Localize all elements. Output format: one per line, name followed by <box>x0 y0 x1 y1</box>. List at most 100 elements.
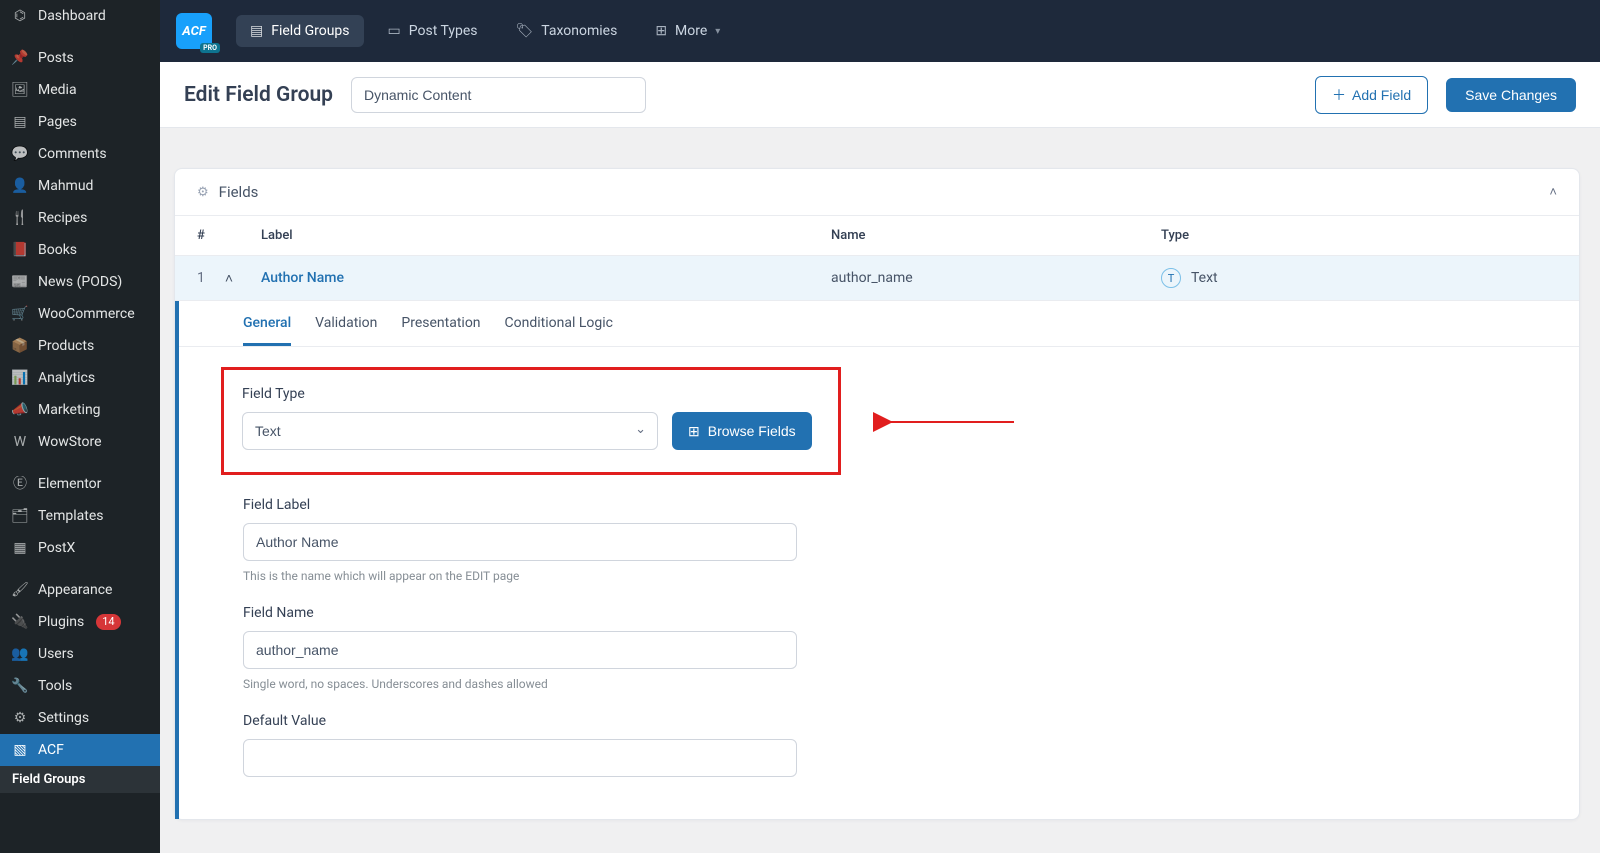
add-field-label: Add Field <box>1352 87 1411 103</box>
templates-icon: 🗂 <box>10 509 30 523</box>
sidebar-item-recipes[interactable]: 🍴 Recipes <box>0 202 160 234</box>
topnav-post-types[interactable]: ▭ Post Types <box>374 15 492 47</box>
analytics-icon: 📊 <box>10 371 30 385</box>
acf-topbar: ACF ▤ Field Groups ▭ Post Types 🏷 Taxono… <box>160 0 1600 62</box>
more-icon: ⊞ <box>655 23 667 39</box>
field-label-help: This is the name which will appear on th… <box>243 569 1515 583</box>
field-type-select[interactable] <box>242 412 658 450</box>
sidebar-item-label: Pages <box>38 114 77 130</box>
woocommerce-icon: 🛒 <box>10 307 30 321</box>
field-editor-tabs: General Validation Presentation Conditio… <box>179 301 1579 347</box>
products-icon: 📦 <box>10 339 30 353</box>
post-types-icon: ▭ <box>388 23 401 39</box>
media-icon: 🖼 <box>10 83 30 97</box>
field-row-type: Text <box>1191 270 1218 286</box>
sidebar-subitem-field-groups[interactable]: Field Groups <box>0 766 160 793</box>
sidebar-item-news[interactable]: 📰 News (PODS) <box>0 266 160 298</box>
fields-panel-header: ⚙ Fields ˄ <box>175 169 1579 216</box>
sidebar-item-label: Analytics <box>38 370 95 386</box>
group-title-input[interactable] <box>351 77 646 113</box>
sidebar-item-label: Books <box>38 242 77 258</box>
plugins-icon: 🔌 <box>10 615 30 629</box>
field-editor: General Validation Presentation Conditio… <box>175 301 1579 819</box>
sidebar-item-label: WooCommerce <box>38 306 135 322</box>
edit-header: Edit Field Group ＋ Add Field Save Change… <box>160 62 1600 128</box>
field-label-label: Field Label <box>243 497 1515 513</box>
topnav-field-groups[interactable]: ▤ Field Groups <box>236 15 364 47</box>
recipes-icon: 🍴 <box>10 211 30 225</box>
main-content: ⚙ Fields ˄ # Label Name Type 1 ˄ Author … <box>160 128 1600 853</box>
field-row[interactable]: 1 ˄ Author Name author_name T Text <box>175 256 1579 301</box>
tab-validation[interactable]: Validation <box>315 315 377 346</box>
sidebar-item-tools[interactable]: 🔧 Tools <box>0 670 160 702</box>
sidebar-item-posts[interactable]: 📌 Posts <box>0 42 160 74</box>
topnav-more[interactable]: ⊞ More ▾ <box>641 15 734 47</box>
field-label-input[interactable] <box>243 523 797 561</box>
default-value-input[interactable] <box>243 739 797 777</box>
acf-icon: ▧ <box>10 743 30 757</box>
sidebar-item-label: Mahmud <box>38 178 93 194</box>
type-pill-icon: T <box>1161 268 1181 288</box>
sidebar-item-label: Appearance <box>38 582 112 598</box>
sidebar-item-plugins[interactable]: 🔌 Plugins 14 <box>0 606 160 638</box>
collapse-panel-button[interactable]: ˄ <box>1549 184 1557 200</box>
sidebar-item-woocommerce[interactable]: 🛒 WooCommerce <box>0 298 160 330</box>
settings-icon: ⚙ <box>10 711 30 725</box>
annotation-arrow <box>879 415 1019 433</box>
field-index: 1 <box>197 270 205 286</box>
browse-fields-button[interactable]: ⊞ Browse Fields <box>672 412 812 450</box>
gear-icon: ⚙ <box>197 185 209 200</box>
sidebar-item-acf[interactable]: ▧ ACF <box>0 734 160 766</box>
sidebar-item-media[interactable]: 🖼 Media <box>0 74 160 106</box>
sidebar-item-pages[interactable]: ▤ Pages <box>0 106 160 138</box>
sidebar-item-marketing[interactable]: 📣 Marketing <box>0 394 160 426</box>
wp-admin-sidebar: ⌬ Dashboard 📌 Posts 🖼 Media ▤ Pages 💬 Co… <box>0 0 160 853</box>
sidebar-item-label: PostX <box>38 540 75 556</box>
sidebar-item-products[interactable]: 📦 Products <box>0 330 160 362</box>
field-name-help: Single word, no spaces. Underscores and … <box>243 677 1515 691</box>
sidebar-item-label: Settings <box>38 710 89 726</box>
tab-general[interactable]: General <box>243 315 291 346</box>
field-name-input[interactable] <box>243 631 797 669</box>
topnav-taxonomies[interactable]: 🏷 Taxonomies <box>501 15 631 47</box>
fields-panel: ⚙ Fields ˄ # Label Name Type 1 ˄ Author … <box>174 168 1580 820</box>
sidebar-item-label: News (PODS) <box>38 274 122 290</box>
gauge-icon: ⌬ <box>10 9 30 23</box>
field-row-label[interactable]: Author Name <box>261 270 831 286</box>
sidebar-item-settings[interactable]: ⚙ Settings <box>0 702 160 734</box>
topnav-label: Taxonomies <box>541 23 617 39</box>
chevron-up-icon[interactable]: ˄ <box>225 270 233 287</box>
fields-panel-title: Fields <box>219 183 259 201</box>
field-name-label: Field Name <box>243 605 1515 621</box>
topnav-label: Field Groups <box>271 23 349 39</box>
sidebar-item-postx[interactable]: ▦ PostX <box>0 532 160 564</box>
postx-icon: ▦ <box>10 541 30 555</box>
grid-icon: ⊞ <box>688 423 700 440</box>
books-icon: 📕 <box>10 243 30 257</box>
sidebar-item-dashboard[interactable]: ⌬ Dashboard <box>0 0 160 32</box>
add-field-button[interactable]: ＋ Add Field <box>1315 76 1428 114</box>
sidebar-item-appearance[interactable]: 🖌 Appearance <box>0 574 160 606</box>
wowstore-icon: W <box>10 435 30 449</box>
save-changes-button[interactable]: Save Changes <box>1446 78 1576 112</box>
chevron-down-icon: ⌄ <box>635 422 646 437</box>
sidebar-item-elementor[interactable]: Ⓔ Elementor <box>0 468 160 500</box>
field-row-name: author_name <box>831 270 1161 286</box>
col-label: Label <box>261 228 831 243</box>
sidebar-item-mahmud[interactable]: 👤 Mahmud <box>0 170 160 202</box>
field-type-highlight: Field Type ⌄ ⊞ Browse Fields <box>221 367 841 475</box>
sidebar-item-label: Posts <box>38 50 74 66</box>
tools-icon: 🔧 <box>10 679 30 693</box>
sidebar-item-wowstore[interactable]: W WowStore <box>0 426 160 458</box>
topnav-label: More <box>675 23 707 39</box>
tab-conditional[interactable]: Conditional Logic <box>505 315 613 346</box>
sidebar-item-templates[interactable]: 🗂 Templates <box>0 500 160 532</box>
plugins-update-badge: 14 <box>96 614 120 630</box>
sidebar-item-comments[interactable]: 💬 Comments <box>0 138 160 170</box>
sidebar-item-analytics[interactable]: 📊 Analytics <box>0 362 160 394</box>
sidebar-item-books[interactable]: 📕 Books <box>0 234 160 266</box>
tab-presentation[interactable]: Presentation <box>401 315 480 346</box>
col-name: Name <box>831 228 1161 243</box>
sidebar-item-users[interactable]: 👥 Users <box>0 638 160 670</box>
sidebar-item-label: Plugins <box>38 614 84 630</box>
